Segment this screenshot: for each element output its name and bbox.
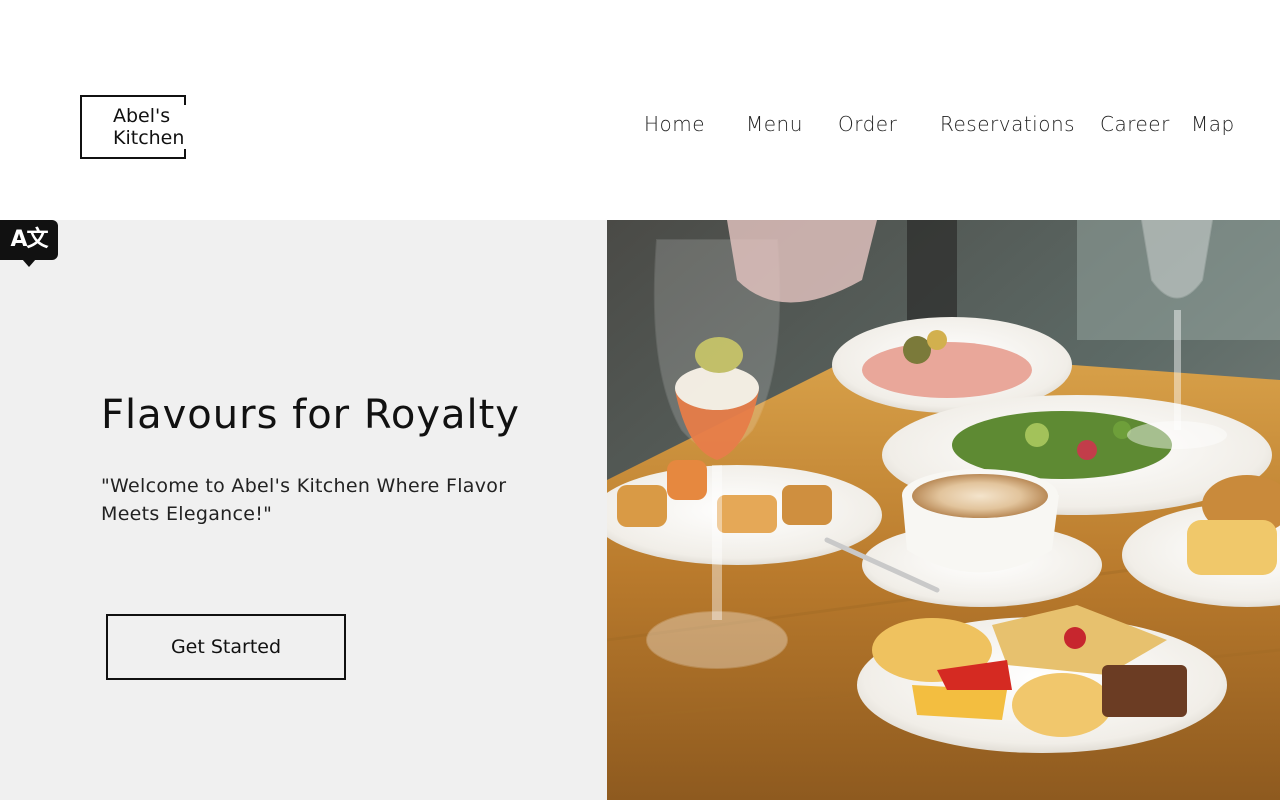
site-header: Abel's Kitchen Home Menu Order Reservati… (0, 0, 1280, 220)
hero-food-image (607, 220, 1280, 800)
hero-subtitle: "Welcome to Abel's Kitchen Where Flavor … (101, 475, 507, 525)
nav-menu[interactable]: Menu (746, 112, 803, 136)
nav-map[interactable]: Map (1191, 112, 1235, 136)
nav-career[interactable]: Career (1100, 112, 1170, 136)
nav-home[interactable]: Home (644, 112, 705, 136)
nav-order[interactable]: Order (838, 112, 897, 136)
nav-reservations[interactable]: Reservations (940, 112, 1075, 136)
main-nav: Home Menu Order Reservations Career Map (0, 112, 1280, 138)
hero-title: Flavours for Royalty (101, 392, 520, 438)
translate-icon[interactable]: A文 (0, 220, 58, 267)
get-started-button[interactable]: Get Started (106, 614, 346, 680)
